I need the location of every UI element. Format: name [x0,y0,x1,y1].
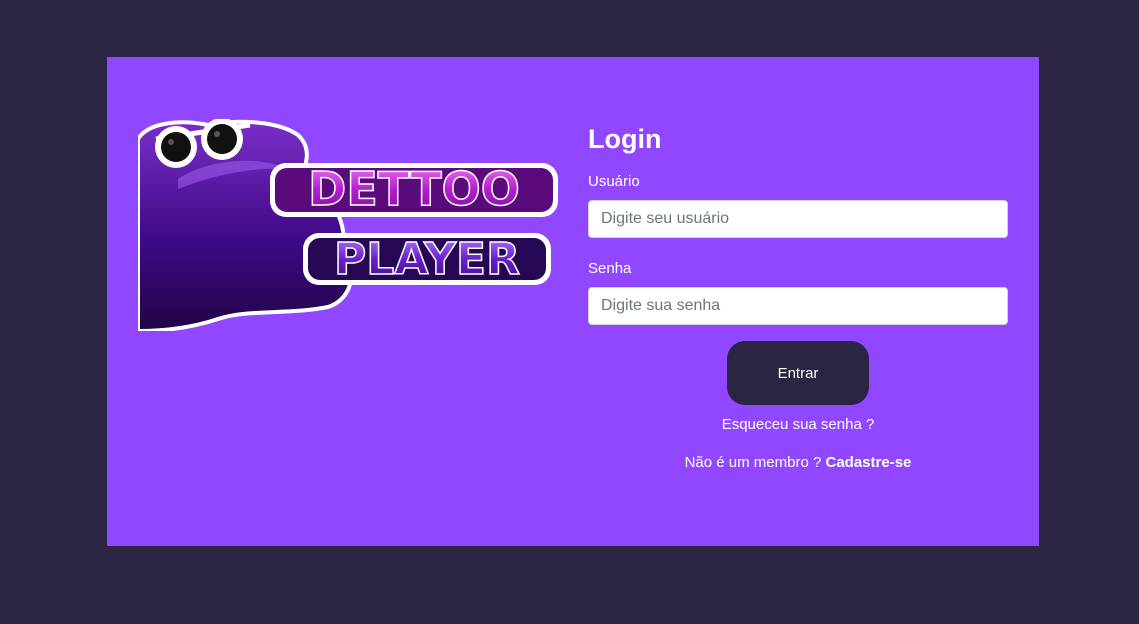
svg-text:DETTOO: DETTOO [308,162,520,216]
signup-link[interactable]: Cadastre-se [826,454,912,471]
logo-text-line1: DETTOO [270,161,558,217]
logo-text-line2: PLAYER [303,233,551,286]
forgot-password-link[interactable]: Esqueceu sua senha ? [588,416,1008,434]
logo-graphic: DETTOO PLAYER [138,119,558,331]
member-prompt-text: Não é um membro ? [684,454,822,471]
signup-prompt: Não é um membro ? Cadastre-se [588,454,1008,472]
login-title: Login [588,124,662,154]
svg-text:PLAYER: PLAYER [334,234,520,285]
dettoo-player-logo: DETTOO PLAYER [138,119,560,331]
password-label: Senha [588,260,632,277]
login-form: Login Usuário Senha Entrar Esqueceu sua … [588,123,1008,472]
username-input[interactable] [588,200,1008,238]
password-input[interactable] [588,287,1008,325]
login-button[interactable]: Entrar [727,341,869,405]
login-card: DETTOO PLAYER Login Usuário Senha Entrar… [107,57,1039,546]
username-label: Usuário [588,173,640,190]
